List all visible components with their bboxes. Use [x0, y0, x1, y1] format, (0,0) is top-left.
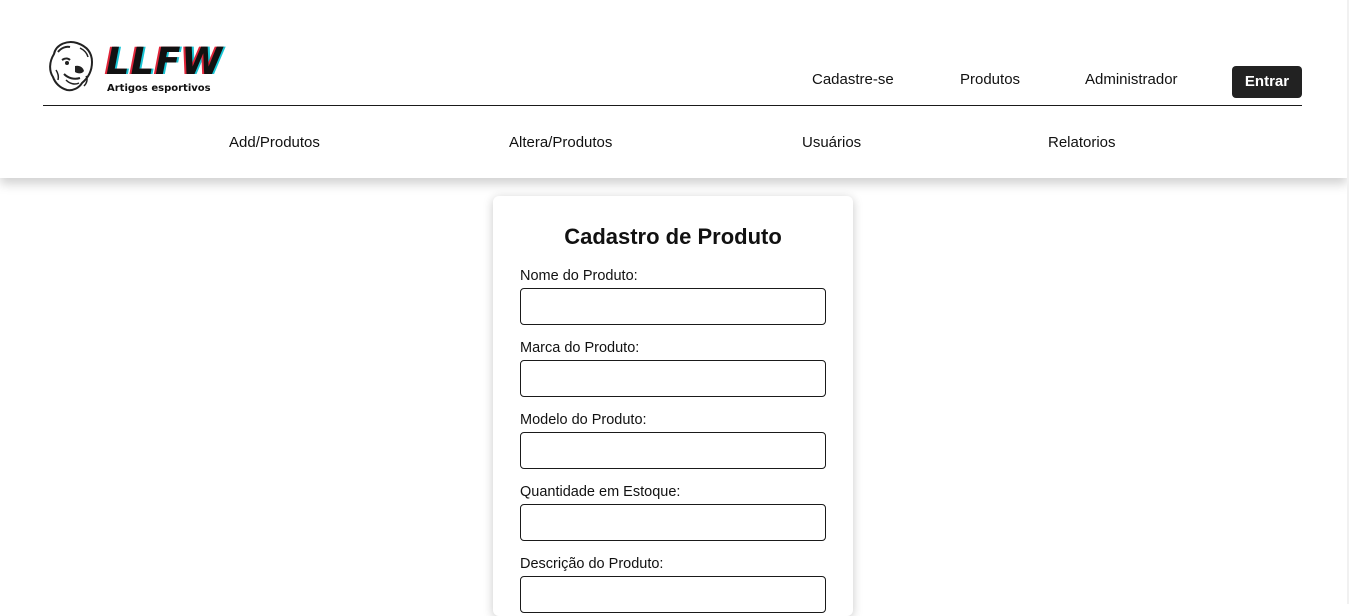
admin-nav-add-produtos[interactable]: Add/Produtos — [229, 134, 320, 152]
admin-nav-altera-produtos[interactable]: Altera/Produtos — [509, 134, 612, 152]
site-header: LLFW Artigos esportivos Cadastre-se Prod… — [0, 0, 1347, 178]
product-description-label: Descrição do Produto: — [520, 556, 664, 572]
product-name-input[interactable] — [520, 288, 826, 325]
product-model-input[interactable] — [520, 432, 826, 469]
product-model-label: Modelo do Produto: — [520, 412, 647, 428]
product-description-input[interactable] — [520, 576, 826, 613]
product-brand-input[interactable] — [520, 360, 826, 397]
login-button[interactable]: Entrar — [1232, 66, 1302, 98]
header-divider — [43, 105, 1302, 106]
lion-head-icon — [49, 41, 94, 92]
form-title: Cadastro de Produto — [564, 224, 782, 249]
nav-link-cadastre-se[interactable]: Cadastre-se — [812, 71, 894, 89]
nav-link-administrador[interactable]: Administrador — [1085, 71, 1178, 89]
stock-quantity-input[interactable] — [520, 504, 826, 541]
admin-nav-relatorios[interactable]: Relatorios — [1048, 134, 1116, 152]
nav-link-produtos[interactable]: Produtos — [960, 71, 1020, 89]
stock-quantity-label: Quantidade em Estoque: — [520, 484, 681, 500]
brand-name: LLFW — [106, 40, 224, 83]
brand-logo[interactable]: LLFW Artigos esportivos — [46, 40, 224, 100]
product-name-label: Nome do Produto: — [520, 268, 638, 284]
product-brand-label: Marca do Produto: — [520, 340, 640, 356]
brand-tagline: Artigos esportivos — [107, 83, 211, 94]
admin-nav-usuarios[interactable]: Usuários — [802, 134, 861, 152]
product-form-card: Cadastro de Produto Nome do Produto: Mar… — [493, 196, 853, 616]
